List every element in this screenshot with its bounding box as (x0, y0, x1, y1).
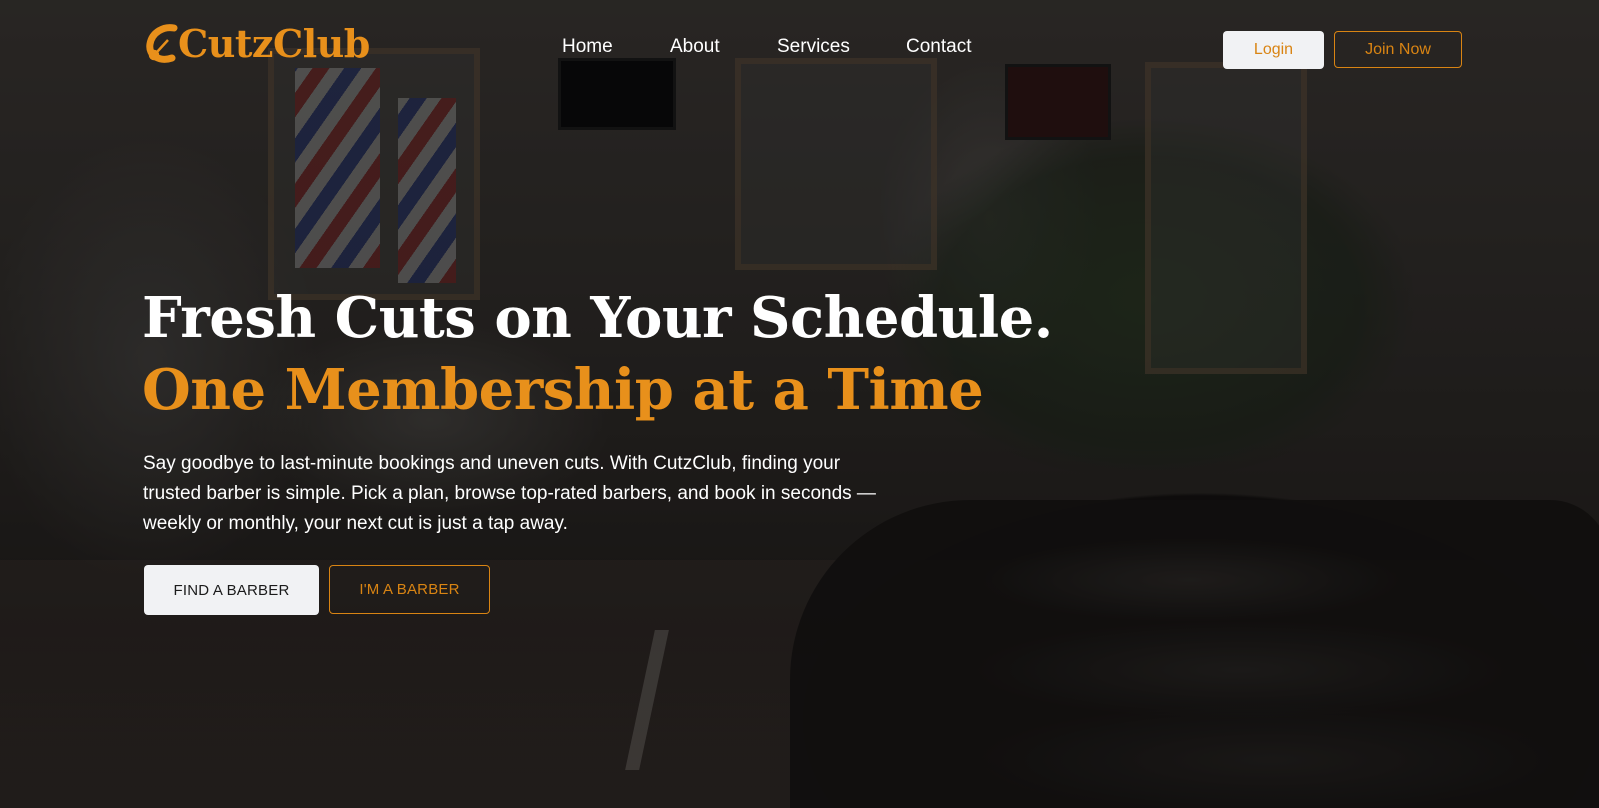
hero-headline-line2: One Membership at a Time (142, 357, 984, 423)
join-now-button[interactable]: Join Now (1334, 31, 1462, 68)
hero-headline: Fresh Cuts on Your Schedule. One Members… (142, 282, 1053, 426)
login-button[interactable]: Login (1223, 31, 1324, 69)
im-a-barber-button[interactable]: I'M A BARBER (329, 565, 490, 614)
nav-link-contact[interactable]: Contact (906, 36, 971, 58)
find-a-barber-button[interactable]: FIND A BARBER (144, 565, 319, 615)
hero-headline-line1: Fresh Cuts on Your Schedule. (142, 285, 1053, 351)
hero-section: CutzClub Home About Services Contact Log… (0, 0, 1599, 808)
nav-link-home[interactable]: Home (562, 36, 613, 58)
hero-description: Say goodbye to last-minute bookings and … (143, 453, 876, 534)
scissors-icon (146, 24, 178, 63)
top-navbar: CutzClub Home About Services Contact Log… (0, 0, 1599, 96)
brand-logo[interactable]: CutzClub (144, 18, 370, 68)
nav-link-services[interactable]: Services (777, 36, 850, 58)
nav-link-about[interactable]: About (670, 36, 720, 58)
brand-name: CutzClub (178, 20, 370, 66)
